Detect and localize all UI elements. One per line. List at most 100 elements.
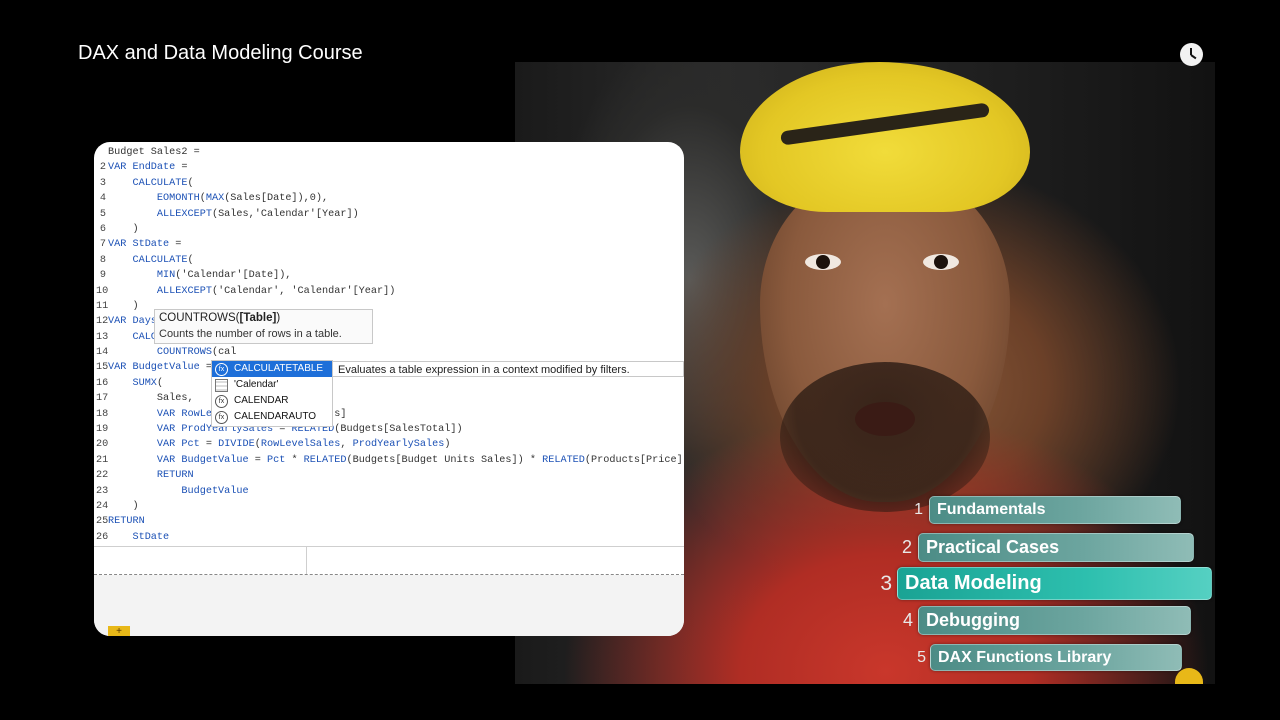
code-text: VAR BudgetValue = Pct * RELATED(Budgets[… (108, 453, 684, 468)
code-keyword: CALCULATE (132, 254, 188, 266)
code-keyword: CALCULATE (132, 177, 188, 189)
code-keyword: EOMONTH (156, 193, 200, 205)
code-keyword: RETURN (108, 516, 145, 528)
code-line[interactable]: 2 VAR EndDate = (94, 160, 684, 175)
code-keyword: RELATED (303, 454, 347, 466)
presenter-mouth (855, 402, 915, 436)
code-text: CALCULATE( (108, 253, 193, 268)
line-number: 15 (96, 362, 109, 374)
add-page-button[interactable]: + (108, 626, 130, 636)
code-line[interactable]: Budget Sales2 = (94, 145, 684, 160)
code-line[interactable]: 25 RETURN (94, 514, 684, 529)
code-text: VAR BudgetValue = (108, 360, 212, 375)
code-line[interactable]: 8 CALCULATE( (94, 253, 684, 268)
code-line[interactable]: 26 StDate (94, 530, 684, 545)
line-number: 5 (99, 208, 106, 220)
line-number: 23 (96, 485, 109, 497)
course-section-fundamentals[interactable]: Fundamentals (929, 496, 1181, 524)
course-section-dax-functions-library[interactable]: DAX Functions Library (930, 644, 1182, 671)
code-line[interactable]: 14 COUNTROWS(cal (94, 345, 684, 360)
code-keyword: BudgetValue (181, 485, 249, 497)
clock-icon[interactable] (1180, 43, 1203, 66)
code-keyword: Pct (266, 454, 286, 466)
autocomplete-item[interactable]: 'Calendar' (212, 377, 332, 393)
code-keyword: ProdYearlySales (352, 439, 445, 451)
presenter-beard (780, 362, 990, 512)
line-number: 16 (96, 377, 109, 389)
code-keyword: Pct (181, 439, 200, 451)
code-text: CALC (108, 330, 156, 345)
code-line[interactable]: 3 CALCULATE( (94, 176, 684, 191)
tooltip-sig-prefix: COUNTROWS( (159, 312, 240, 324)
code-line[interactable]: 4 EOMONTH(MAX(Sales[Date]),0), (94, 191, 684, 206)
code-line[interactable]: 23 BudgetValue (94, 484, 684, 499)
code-keyword: VAR (156, 439, 182, 451)
line-number: 10 (96, 285, 109, 297)
code-keyword: DIVIDE (218, 439, 255, 451)
code-line[interactable]: 24 ) (94, 499, 684, 514)
code-line[interactable]: 10 ALLEXCEPT('Calendar', 'Calendar'[Year… (94, 284, 684, 299)
code-line[interactable]: 9 MIN('Calendar'[Date]), (94, 268, 684, 283)
line-number: 19 (96, 424, 109, 436)
code-token: ( (187, 177, 194, 189)
code-line[interactable]: 18 VAR RowLevel s] (94, 407, 684, 422)
code-keyword: RowLevelSales (260, 439, 341, 451)
code-line[interactable]: 22 RETURN (94, 468, 684, 483)
code-token: ), (315, 193, 329, 205)
autocomplete-list[interactable]: fx CALCULATETABLE 'Calendar' fx CALENDAR fx CA… (211, 360, 333, 427)
table-icon (215, 379, 228, 392)
code-keyword: VAR (108, 362, 133, 374)
code-line[interactable]: 19 VAR ProdYearlySales = RELATED(Budgets… (94, 422, 684, 437)
divider (306, 546, 307, 576)
code-token: ('Calendar', 'Calendar'[Year]) (211, 285, 396, 297)
line-number: 22 (96, 470, 109, 482)
autocomplete-item[interactable]: fx CALENDAR (212, 393, 332, 409)
code-text: CALCULATE( (108, 176, 194, 191)
code-token: = (175, 162, 188, 174)
code-text: SUMX( (108, 376, 163, 391)
code-line[interactable]: 16 SUMX( (94, 376, 684, 391)
tooltip-sig-param: [Table] (239, 312, 277, 324)
code-line[interactable]: 7 VAR StDate = (94, 237, 684, 252)
autocomplete-item[interactable]: fx CALCULATETABLE (212, 361, 332, 377)
function-icon: fx (215, 363, 228, 376)
course-section-practical-cases[interactable]: Practical Cases (918, 533, 1194, 562)
autocomplete-label: CALCULATETABLE (234, 363, 324, 374)
tooltip-description: Counts the number of rows in a table. (159, 328, 342, 340)
course-section-data-modeling[interactable]: Data Modeling (897, 567, 1212, 600)
code-token: = (248, 454, 267, 466)
autocomplete-label: 'Calendar' (234, 379, 279, 390)
code-keyword: MIN (156, 270, 176, 282)
code-line[interactable]: 6 ) (94, 222, 684, 237)
autocomplete-description: Evaluates a table expression in a contex… (332, 361, 684, 377)
code-token: (Sales[Date]), (224, 193, 310, 205)
line-number: 17 (96, 393, 109, 405)
function-icon: fx (215, 411, 228, 424)
code-line[interactable]: 20 VAR Pct = DIVIDE(RowLevelSales, ProdY… (94, 437, 684, 452)
line-number: 6 (99, 223, 106, 235)
code-line[interactable]: 17 Sales, (94, 391, 684, 406)
code-token: ('Calendar'[Date]), (175, 270, 292, 282)
dax-code-editor[interactable]: Budget Sales2 = 2 VAR EndDate = 3 CALCULATE… (94, 142, 684, 636)
line-number: 7 (99, 239, 106, 251)
code-keyword: ALLEXCEPT (156, 285, 212, 297)
code-text: ) (108, 499, 138, 514)
autocomplete-item[interactable]: fx CALENDARAUTO (212, 409, 332, 425)
code-lines[interactable]: Budget Sales2 = 2 VAR EndDate = 3 CALCULATE… (94, 145, 684, 545)
code-keyword: VAR (156, 454, 182, 466)
code-keyword: RELATED (542, 454, 585, 466)
video-title[interactable]: DAX and Data Modeling Course (78, 42, 363, 65)
code-line[interactable]: 5 ALLEXCEPT(Sales,'Calendar'[Year]) (94, 207, 684, 222)
code-keyword: VAR (156, 424, 182, 436)
code-keyword: COUNTROWS (156, 347, 212, 359)
code-line[interactable]: 21 VAR BudgetValue = Pct * RELATED(Budge… (94, 453, 684, 468)
code-text: Sales, (108, 391, 194, 406)
course-section-debugging[interactable]: Debugging (918, 606, 1191, 635)
